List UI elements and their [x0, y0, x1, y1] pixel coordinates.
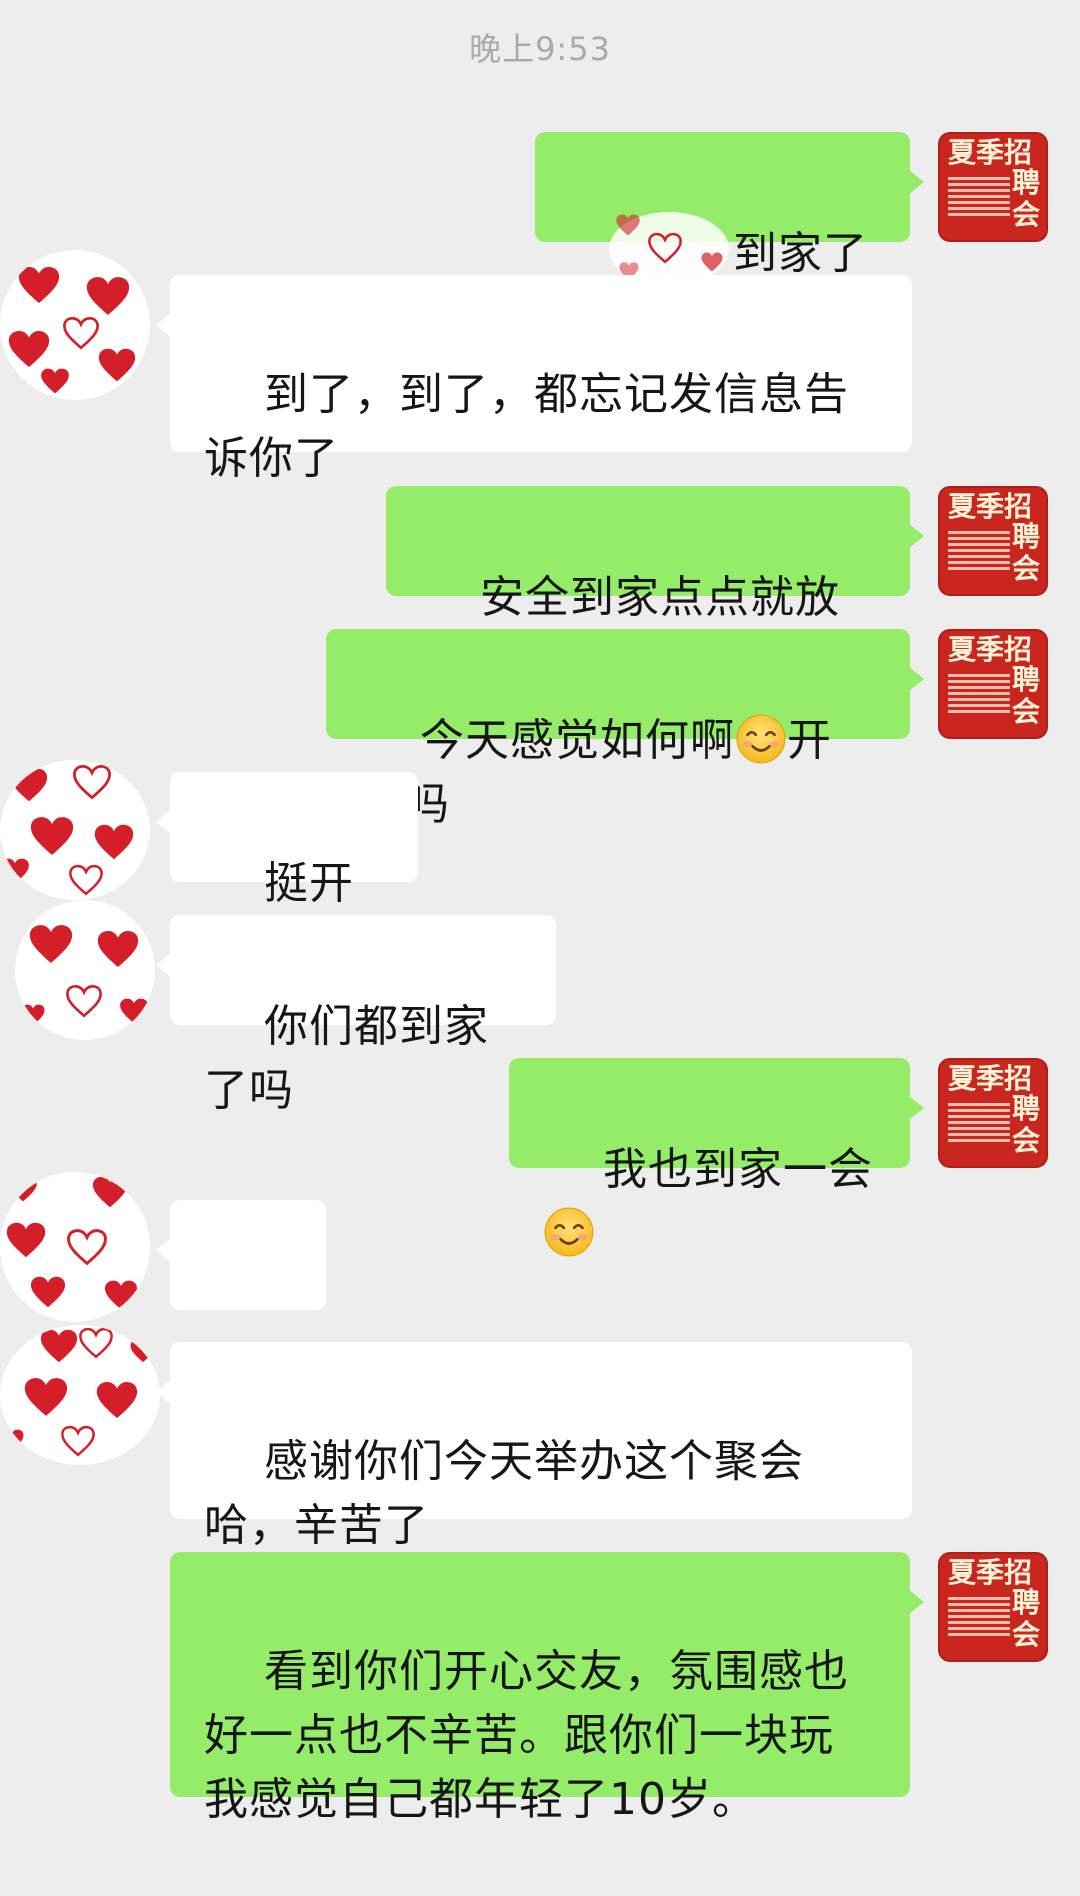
message-text: 看到你们开心交友，氛围感也好一点也不辛苦。跟你们一块玩 我感觉自己都年轻了10岁…	[204, 1646, 849, 1825]
self-avatar[interactable]: 夏季招 聘 会	[938, 1552, 1048, 1662]
red-hearts-icon	[1, 765, 134, 896]
message-text: 到了，到了，都忘记发信息告诉你了	[204, 369, 849, 484]
message-text: 你们都到家了吗	[204, 1001, 489, 1116]
message-text: 感谢你们今天举办这个聚会哈，辛苦了	[204, 1436, 804, 1551]
poster-title: 夏季招	[948, 136, 1033, 169]
self-avatar[interactable]: 夏季招 聘 会	[938, 1058, 1048, 1168]
red-hearts-icon	[8, 266, 136, 394]
self-avatar[interactable]: 夏季招 聘 会	[938, 629, 1048, 739]
friend-avatar[interactable]	[0, 250, 150, 400]
friend-avatar[interactable]	[0, 760, 150, 900]
message-bubble-incoming[interactable]: 挺开心的	[156, 772, 418, 973]
friend-avatar[interactable]	[0, 1325, 160, 1465]
message-bubble-outgoing[interactable]: 安全到家点点就放心啦	[386, 486, 924, 687]
message-bubble-incoming[interactable]: 你们都到家了吗	[156, 915, 556, 1116]
self-avatar[interactable]: 夏季招 聘 会	[938, 486, 1048, 596]
message-text: 今天感觉如何啊	[419, 715, 735, 766]
message-bubble-incoming[interactable]: 到了，到了，都忘记发信息告诉你了	[156, 275, 912, 484]
message-bubble-incoming[interactable]: 好的	[156, 1200, 326, 1465]
message-bubble-outgoing[interactable]: 到家了吗?	[535, 132, 924, 343]
message-bubble-incoming[interactable]: 感谢你们今天举办这个聚会哈，辛苦了	[156, 1342, 912, 1551]
message-timestamp: 晚上9:53	[469, 30, 611, 68]
smiling-face-emoji-icon	[735, 713, 787, 765]
red-hearts-icon	[0, 1327, 156, 1457]
message-bubble-outgoing[interactable]: 我也到家一会	[509, 1058, 924, 1258]
self-avatar[interactable]: 夏季招 聘 会	[938, 132, 1048, 242]
friend-avatar[interactable]	[0, 1172, 150, 1322]
message-bubble-outgoing[interactable]: 看到你们开心交友，氛围感也好一点也不辛苦。跟你们一块玩 我感觉自己都年轻了10岁…	[170, 1552, 924, 1825]
chat-window: 晚上9:53 到家了吗? 夏季招 聘 会 到了，到了，都忘记发信息告诉你了 安全	[0, 0, 1080, 1825]
poster-text-lines	[948, 174, 1010, 219]
message-text: 我也到家一会	[602, 1144, 873, 1195]
smiling-face-emoji-icon	[543, 1206, 595, 1258]
red-hearts-icon	[21, 925, 148, 1026]
red-hearts-icon	[6, 1176, 137, 1310]
message-bubble-outgoing[interactable]: 今天感觉如何啊开心吗	[326, 629, 924, 830]
friend-avatar[interactable]	[15, 900, 155, 1040]
